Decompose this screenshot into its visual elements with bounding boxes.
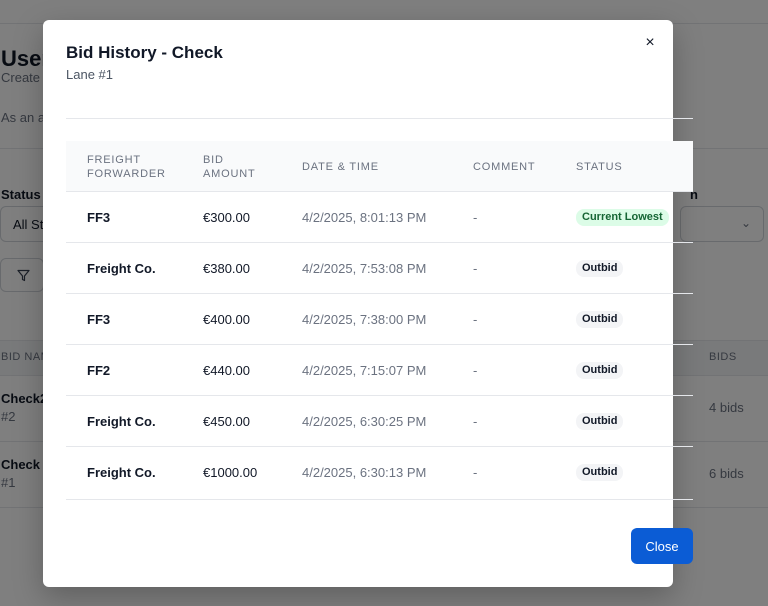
table-header: FREIGHT FORWARDER BID AMOUNT DATE & TIME… [66,141,693,192]
comment-cell: - [473,261,478,276]
status-cell: Outbid [576,345,624,396]
status-badge: Outbid [576,413,624,430]
amount-cell: €380.00 [203,261,250,276]
status-cell: Current Lowest [576,192,669,243]
datetime-cell: 4/2/2025, 7:15:07 PM [302,363,427,378]
status-cell: Outbid [576,243,624,294]
comment-column-header: COMMENT [473,160,536,173]
comment-cell: - [473,363,478,378]
forwarder-cell: FF3 [87,312,111,327]
datetime-cell: 4/2/2025, 7:53:08 PM [302,261,427,276]
status-badge: Outbid [576,260,624,277]
datetime-cell: 4/2/2025, 7:38:00 PM [302,312,427,327]
status-column-header: STATUS [576,160,623,173]
bid-history-modal: Bid History - Check Lane #1 × FREIGHT FO… [43,20,693,587]
datetime-cell: 4/2/2025, 8:01:13 PM [302,210,427,225]
forwarder-cell: FF2 [87,363,111,378]
close-icon[interactable]: × [640,33,660,53]
status-cell: Outbid [576,294,624,345]
comment-cell: - [473,312,478,327]
amount-cell: €400.00 [203,312,250,327]
modal-subtitle: Lane #1 [66,67,113,82]
amount-cell: €300.00 [203,210,250,225]
date-time-column-header: DATE & TIME [302,160,379,173]
freight-forwarder-column-header: FREIGHT FORWARDER [87,153,166,180]
table-row: Freight Co. €450.00 4/2/2025, 6:30:25 PM… [66,396,693,447]
forwarder-cell: Freight Co. [87,465,156,480]
amount-cell: €450.00 [203,414,250,429]
forwarder-cell: Freight Co. [87,414,156,429]
forwarder-cell: Freight Co. [87,261,156,276]
datetime-cell: 4/2/2025, 6:30:13 PM [302,465,427,480]
modal-title: Bid History - Check [66,43,223,62]
table-row: FF3 €400.00 4/2/2025, 7:38:00 PM - Outbi… [66,294,693,345]
comment-cell: - [473,465,478,480]
comment-cell: - [473,414,478,429]
comment-cell: - [473,210,478,225]
status-badge: Current Lowest [576,209,669,226]
status-cell: Outbid [576,396,624,447]
amount-cell: €440.00 [203,363,250,378]
table-row: FF2 €440.00 4/2/2025, 7:15:07 PM - Outbi… [66,345,693,396]
status-badge: Outbid [576,311,624,328]
status-badge: Outbid [576,464,624,481]
bid-history-table: FREIGHT FORWARDER BID AMOUNT DATE & TIME… [66,141,693,500]
status-cell: Outbid [576,447,624,498]
modal-divider [66,118,693,119]
datetime-cell: 4/2/2025, 6:30:25 PM [302,414,427,429]
bid-amount-column-header: BID AMOUNT [203,153,256,180]
status-badge: Outbid [576,362,624,379]
table-row: Freight Co. €380.00 4/2/2025, 7:53:08 PM… [66,243,693,294]
amount-cell: €1000.00 [203,465,258,480]
forwarder-cell: FF3 [87,210,111,225]
close-button[interactable]: Close [631,528,693,564]
table-row: FF3 €300.00 4/2/2025, 8:01:13 PM - Curre… [66,192,693,243]
table-row: Freight Co. €1000.00 4/2/2025, 6:30:13 P… [66,447,693,498]
